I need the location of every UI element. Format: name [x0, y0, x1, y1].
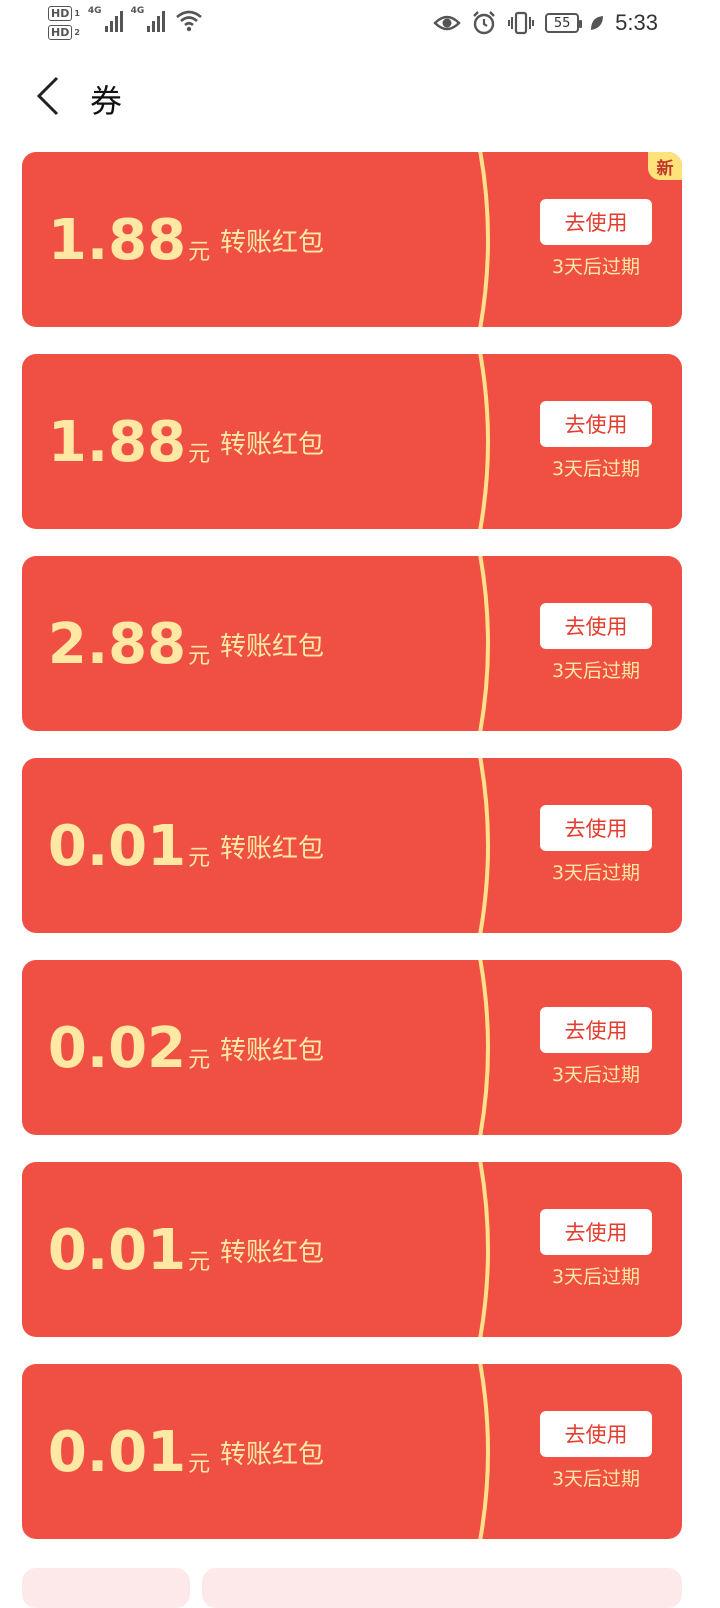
coupon-card[interactable]: 0.01 元 转账红包 去使用 3天后过期 [22, 758, 682, 933]
coupon-list: 1.88 元 转账红包 去使用 3天后过期 新 1.88 元 转账红包 去使用 … [22, 152, 682, 1566]
use-button[interactable]: 去使用 [540, 401, 652, 447]
hd-indicators: HD 1 HD 2 [48, 6, 80, 40]
coupon-card[interactable]: 0.01 元 转账红包 去使用 3天后过期 [22, 1162, 682, 1337]
coupon-name: 转账红包 [220, 834, 325, 864]
sim2-signal-icon: 4G [131, 6, 166, 32]
status-left: HD 1 HD 2 4G 4G [48, 6, 203, 40]
expire-text: 3天后过期 [551, 1266, 641, 1288]
coupon-amount: 2.88 元 [47, 612, 211, 677]
coupon-amount: 1.88 元 [47, 208, 211, 273]
wifi-icon [176, 10, 203, 32]
coupon-card[interactable]: 2.88 元 转账红包 去使用 3天后过期 [22, 556, 682, 731]
status-bar: HD 1 HD 2 4G 4G 55 5:33 [0, 0, 720, 48]
use-button[interactable]: 去使用 [540, 1411, 652, 1457]
coupon-amount: 0.01 元 [47, 1218, 211, 1283]
coupon-amount: 0.01 元 [47, 1420, 211, 1485]
hd2-icon: HD 2 [48, 25, 80, 40]
use-button[interactable]: 去使用 [540, 1007, 652, 1053]
expire-text: 3天后过期 [551, 458, 641, 480]
coupon-amount: 1.88 元 [47, 410, 211, 475]
coupon-name: 转账红包 [220, 228, 325, 258]
next-row-peek [22, 1560, 682, 1608]
expire-text: 3天后过期 [551, 862, 641, 884]
expire-text: 3天后过期 [551, 256, 641, 278]
coupon-amount: 0.01 元 [47, 814, 211, 879]
next-card-peek[interactable] [22, 1568, 190, 1608]
sim1-signal-icon: 4G [88, 6, 123, 32]
expire-text: 3天后过期 [551, 1064, 641, 1086]
clock-time: 5:33 [615, 10, 658, 35]
back-button[interactable] [26, 72, 70, 120]
next-card-peek[interactable] [202, 1568, 682, 1608]
coupon-card[interactable]: 1.88 元 转账红包 去使用 3天后过期 [22, 354, 682, 529]
coupon-name: 转账红包 [220, 632, 325, 662]
coupon-name: 转账红包 [220, 1440, 325, 1470]
use-button[interactable]: 去使用 [540, 199, 652, 245]
eye-icon [433, 15, 461, 31]
coupon-name: 转账红包 [220, 430, 325, 460]
coupon-card[interactable]: 0.01 元 转账红包 去使用 3天后过期 [22, 1364, 682, 1539]
coupon-name: 转账红包 [220, 1238, 325, 1268]
hd1-icon: HD 1 [48, 6, 80, 21]
new-badge: 新 [648, 152, 682, 180]
use-button[interactable]: 去使用 [540, 805, 652, 851]
coupon-amount: 0.02 元 [47, 1016, 211, 1081]
page-header: 券 [0, 56, 720, 140]
status-right: 55 5:33 [433, 10, 658, 36]
chevron-left-icon [36, 76, 59, 116]
battery-icon: 55 [545, 13, 583, 33]
expire-text: 3天后过期 [551, 660, 641, 682]
use-button[interactable]: 去使用 [540, 1209, 652, 1255]
coupon-card[interactable]: 1.88 元 转账红包 去使用 3天后过期 新 [22, 152, 682, 327]
coupon-name: 转账红包 [220, 1036, 325, 1066]
alarm-icon [473, 11, 496, 35]
vibrate-icon [508, 11, 535, 35]
leaf-icon [591, 16, 604, 30]
coupon-card[interactable]: 0.02 元 转账红包 去使用 3天后过期 [22, 960, 682, 1135]
use-button[interactable]: 去使用 [540, 603, 652, 649]
expire-text: 3天后过期 [551, 1468, 641, 1490]
page-title: 券 [90, 82, 123, 120]
